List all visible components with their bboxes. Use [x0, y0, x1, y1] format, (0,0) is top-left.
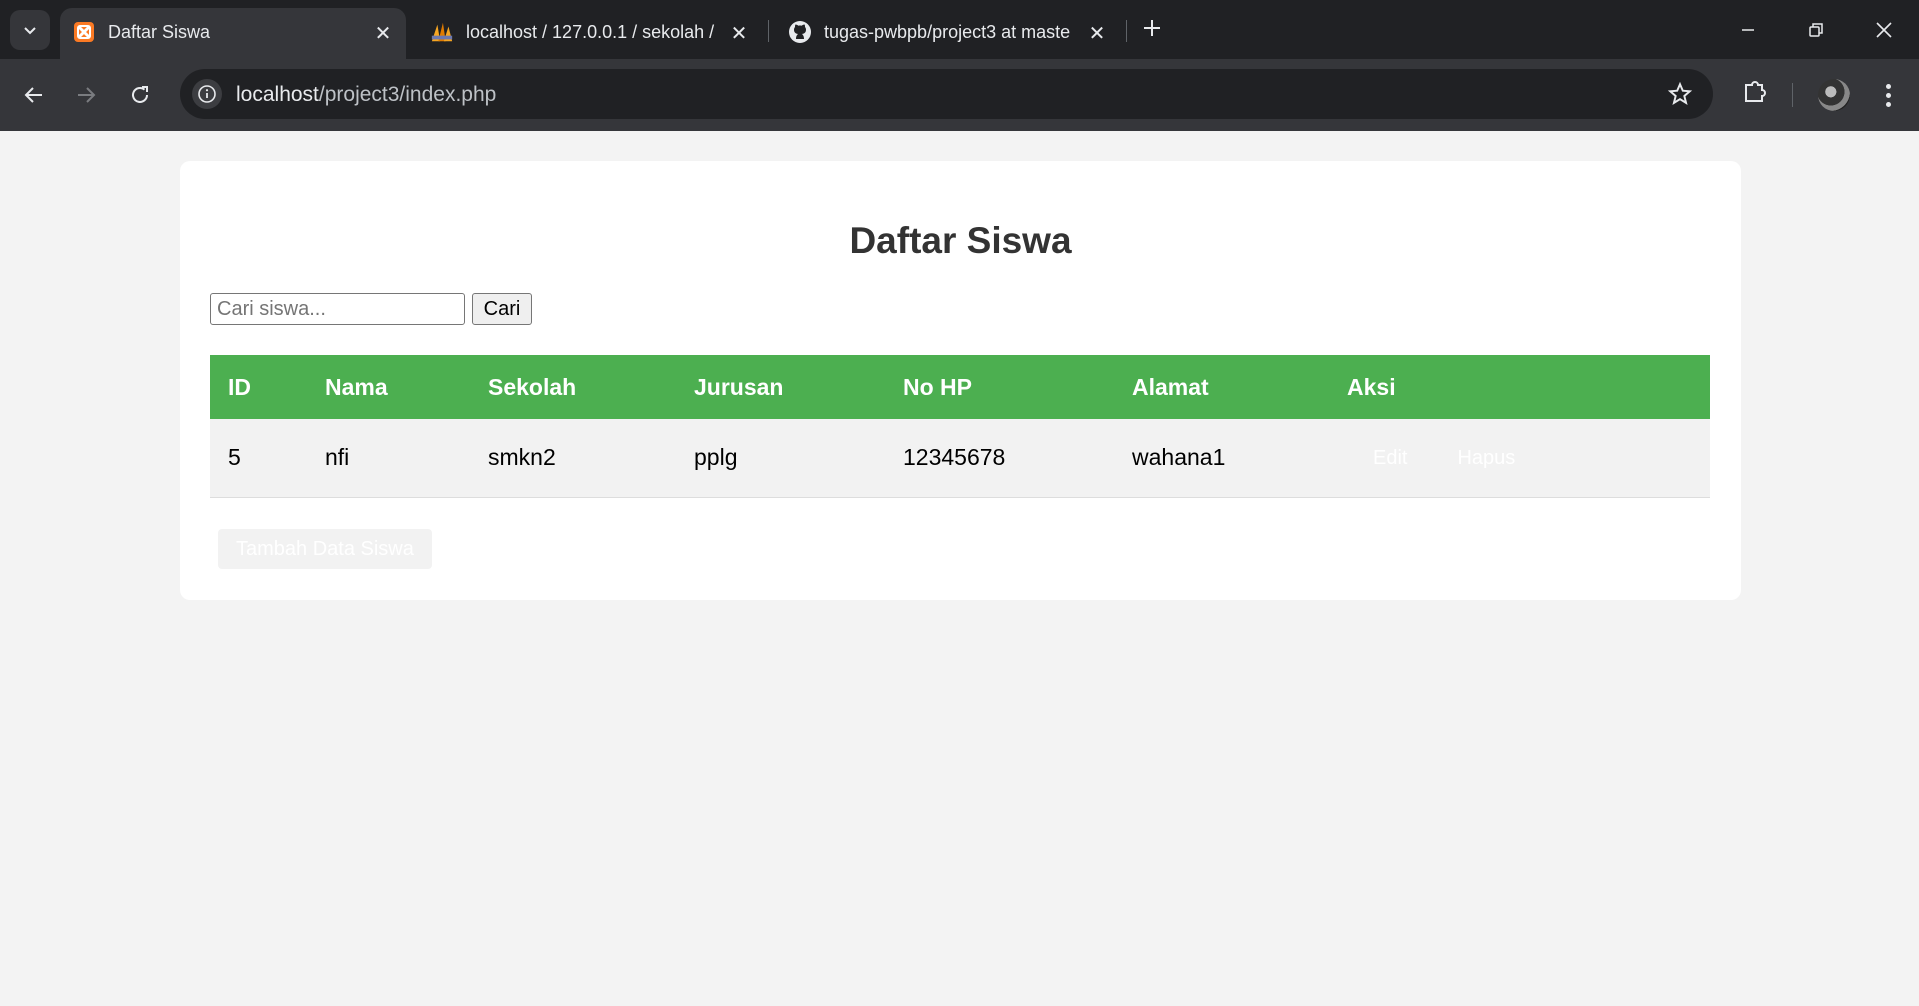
menu-dot — [1885, 92, 1891, 98]
minimize-button[interactable] — [1728, 10, 1768, 50]
cell-no-hp: 12345678 — [885, 419, 1114, 498]
column-header-alamat: Alamat — [1114, 355, 1329, 419]
url-path: /project3/index.php — [318, 83, 497, 106]
plus-icon — [1144, 20, 1160, 36]
edit-button[interactable]: Edit — [1355, 437, 1426, 478]
forward-button[interactable] — [66, 75, 106, 115]
tab-search-button[interactable] — [10, 10, 50, 50]
reload-icon — [132, 86, 148, 103]
table-row: 5 nfi smkn2 pplg 12345678 wahana1 Edit Ha… — [210, 419, 1710, 498]
address-bar[interactable]: localhost/project3/index.php — [180, 69, 1713, 119]
cell-alamat: wahana1 — [1114, 419, 1329, 498]
table-header-row: ID Nama Sekolah Jurusan No HP Alamat Aks… — [210, 355, 1710, 419]
puzzle-icon — [1745, 81, 1766, 102]
browser-menu-button[interactable] — [1874, 79, 1902, 111]
content-card: Daftar Siswa Cari ID Nama Sekolah Jurusa… — [180, 161, 1741, 600]
tab-separator — [1126, 20, 1127, 42]
close-icon — [1876, 22, 1892, 38]
column-header-jurusan: Jurusan — [676, 355, 885, 419]
url-text: localhost/project3/index.php — [236, 83, 496, 107]
column-header-id: ID — [210, 355, 307, 419]
menu-dot — [1885, 83, 1891, 89]
column-header-sekolah: Sekolah — [470, 355, 676, 419]
xampp-icon — [72, 20, 96, 44]
cell-sekolah: smkn2 — [470, 419, 676, 498]
star-icon — [1667, 81, 1693, 105]
extensions-button[interactable] — [1740, 77, 1774, 111]
tab-title: localhost / 127.0.0.1 / sekolah / — [466, 22, 715, 42]
restore-icon — [1809, 23, 1823, 37]
page-viewport: Daftar Siswa Cari ID Nama Sekolah Jurusa… — [0, 131, 1919, 1006]
tab-separator — [768, 20, 769, 42]
chevron-down-icon — [24, 27, 36, 35]
tab-title: tugas-pwbpb/project3 at maste — [824, 22, 1071, 42]
browser-tab-github[interactable]: tugas-pwbpb/project3 at maste ✕ — [776, 8, 1116, 59]
back-button[interactable] — [14, 75, 54, 115]
column-header-aksi: Aksi — [1329, 355, 1710, 419]
phpmyadmin-icon — [430, 20, 454, 44]
arrow-right-icon — [78, 87, 96, 103]
browser-tab-daftar-siswa[interactable]: Daftar Siswa ✕ — [60, 8, 406, 59]
arrow-left-icon — [24, 87, 42, 103]
cell-jurusan: pplg — [676, 419, 885, 498]
github-icon — [788, 20, 812, 44]
search-button[interactable]: Cari — [472, 293, 532, 325]
new-tab-button[interactable] — [1138, 14, 1166, 42]
url-host: localhost — [236, 83, 319, 106]
close-window-button[interactable] — [1864, 10, 1904, 50]
menu-dot — [1885, 101, 1891, 107]
cell-nama: nfi — [307, 419, 470, 498]
add-student-button[interactable]: Tambah Data Siswa — [218, 529, 432, 569]
minimize-icon — [1742, 29, 1754, 31]
info-icon — [198, 85, 216, 103]
browser-toolbar: localhost/project3/index.php — [0, 59, 1919, 131]
column-header-nama: Nama — [307, 355, 470, 419]
close-tab-icon[interactable]: ✕ — [1086, 22, 1108, 45]
page-title: Daftar Siswa — [849, 220, 1072, 261]
delete-button[interactable]: Hapus — [1439, 437, 1534, 478]
browser-tab-phpmyadmin[interactable]: localhost / 127.0.0.1 / sekolah / ✕ — [418, 8, 762, 59]
site-info-button[interactable] — [192, 79, 222, 109]
close-tab-icon[interactable]: ✕ — [372, 22, 394, 45]
students-table: ID Nama Sekolah Jurusan No HP Alamat Aks… — [210, 355, 1710, 498]
cell-id: 5 — [210, 419, 307, 498]
column-header-no-hp: No HP — [885, 355, 1114, 419]
toolbar-separator — [1792, 83, 1793, 107]
reload-button[interactable] — [120, 75, 160, 115]
bookmark-star-button[interactable] — [1667, 81, 1693, 107]
tab-title: Daftar Siswa — [108, 22, 211, 42]
profile-avatar[interactable] — [1818, 79, 1850, 111]
tab-strip: Daftar Siswa ✕ localhost / 127.0.0.1 / s… — [0, 0, 1919, 59]
cell-aksi: Edit Hapus — [1329, 419, 1710, 498]
restore-button[interactable] — [1796, 10, 1836, 50]
close-tab-icon[interactable]: ✕ — [728, 22, 750, 45]
search-input[interactable] — [210, 293, 465, 325]
